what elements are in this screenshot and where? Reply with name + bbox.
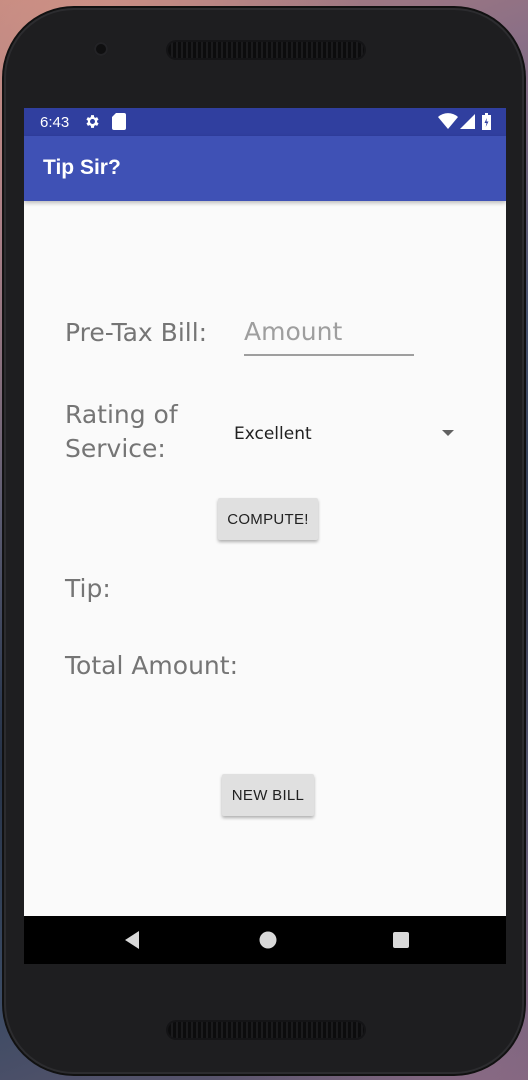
dropdown-arrow-icon: [442, 430, 454, 436]
front-camera: [94, 42, 108, 56]
new-bill-button[interactable]: NEW BILL: [222, 774, 314, 816]
recents-icon[interactable]: [389, 928, 413, 952]
spinner-selected-value: Excellent: [234, 424, 312, 444]
app-bar: Tip Sir?: [24, 136, 506, 201]
service-rating-spinner[interactable]: Excellent: [224, 416, 454, 452]
tip-label: Tip:: [65, 574, 111, 603]
amount-input[interactable]: [244, 308, 414, 356]
back-icon[interactable]: [121, 928, 145, 952]
rating-label-line2: Service:: [65, 434, 166, 463]
status-time: 6:43: [40, 114, 70, 131]
cell-signal-icon: [460, 113, 475, 134]
compute-button[interactable]: COMPUTE!: [218, 498, 318, 540]
wifi-icon: [438, 113, 458, 134]
navigation-bar: [24, 916, 506, 964]
home-icon[interactable]: [256, 928, 280, 952]
battery-icon: [482, 113, 491, 134]
app-title: Tip Sir?: [43, 156, 121, 179]
phone-frame: 6:43 Tip Sir? Pre-Tax Bill: Rating of: [4, 8, 524, 1074]
total-amount-label: Total Amount:: [65, 651, 238, 680]
bottom-speaker-grille: [168, 1022, 364, 1038]
rating-label: Rating of Service:: [65, 398, 178, 466]
sd-card-icon: [112, 113, 126, 134]
app-screen: 6:43 Tip Sir? Pre-Tax Bill: Rating of: [24, 108, 506, 964]
rating-label-line1: Rating of: [65, 400, 178, 429]
status-bar: 6:43: [24, 108, 506, 136]
settings-icon: [84, 113, 101, 134]
pre-tax-bill-label: Pre-Tax Bill:: [65, 318, 208, 347]
top-speaker-grille: [168, 42, 364, 58]
